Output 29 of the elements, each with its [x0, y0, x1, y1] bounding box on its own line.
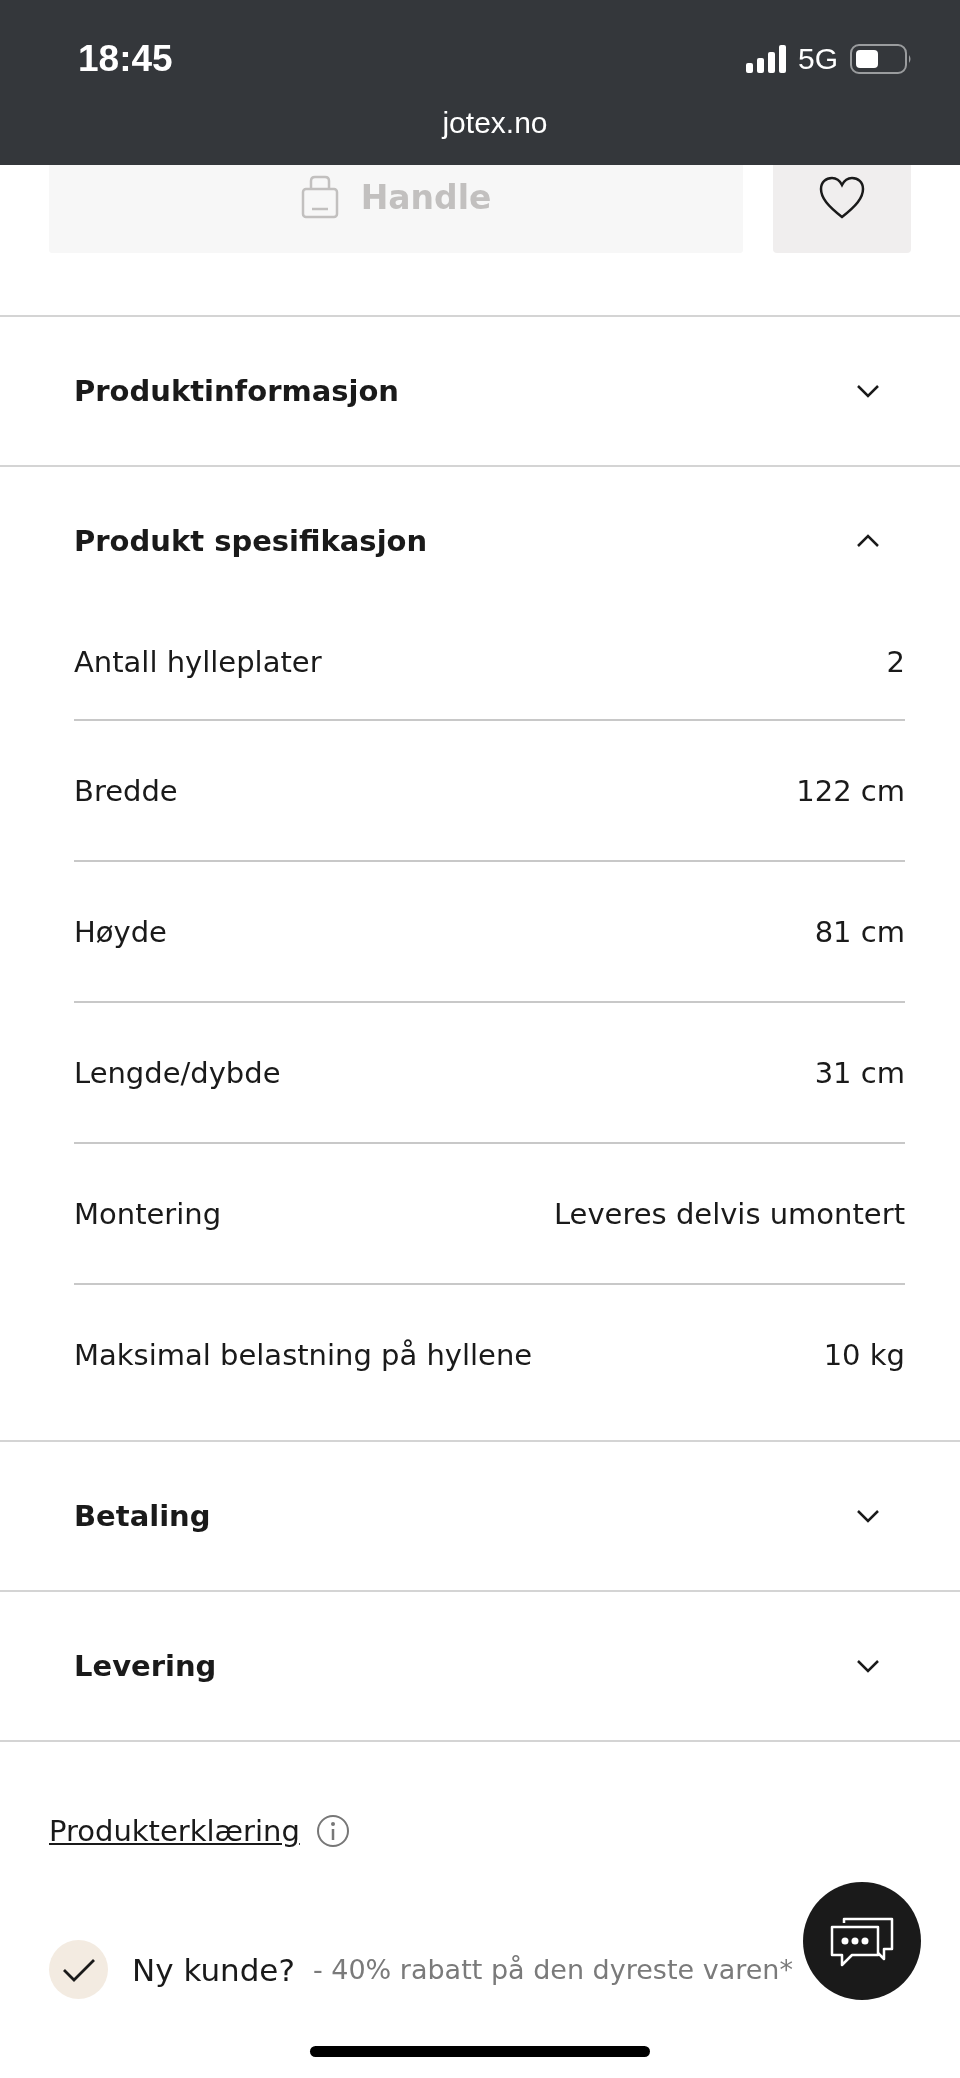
heart-icon — [818, 176, 866, 220]
promo-text: - 40% rabatt på den dyreste varen* — [312, 1954, 793, 1985]
spec-label: Lengde/dybde — [74, 1055, 281, 1090]
spec-label: Montering — [74, 1196, 222, 1231]
promo-title: Ny kunde? — [132, 1951, 295, 1988]
info-icon — [315, 1814, 350, 1848]
chevron-down-icon — [856, 1659, 880, 1673]
signal-icon — [745, 45, 786, 73]
spec-label: Maksimal belastning på hyllene — [74, 1337, 533, 1372]
spec-value: 122 cm — [796, 773, 905, 808]
spec-label: Antall hylleplater — [74, 645, 322, 679]
chevron-up-icon — [856, 534, 880, 548]
spec-value: 10 kg — [823, 1337, 905, 1372]
favorite-button[interactable] — [773, 165, 911, 253]
spec-value: 2 — [886, 645, 905, 679]
declaration-link[interactable]: Produkterklæring — [49, 1814, 300, 1848]
shopping-bag-icon — [300, 175, 339, 219]
spec-label: Høyde — [74, 914, 167, 949]
url-text: jotex.no — [440, 106, 549, 140]
clock-time: 18:45 — [78, 38, 173, 80]
spec-value: 81 cm — [814, 914, 905, 949]
spec-value: Leveres delvis umontert — [553, 1196, 905, 1231]
chevron-down-icon — [856, 1509, 880, 1523]
spec-value: 31 cm — [814, 1055, 905, 1090]
battery-icon — [850, 44, 912, 74]
check-icon — [61, 1956, 96, 1983]
spec-label: Bredde — [74, 773, 178, 808]
chevron-down-icon — [856, 384, 880, 398]
network-label: 5G — [797, 42, 838, 76]
